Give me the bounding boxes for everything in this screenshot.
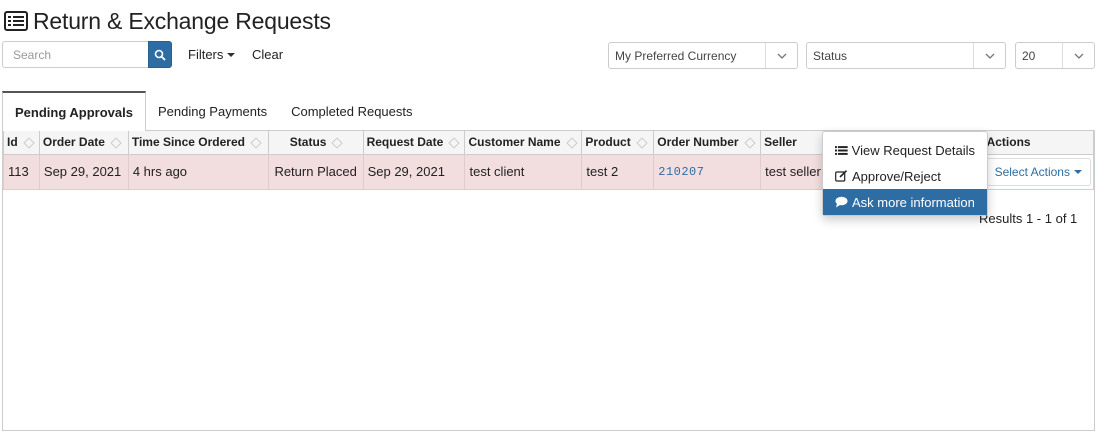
cell-time-since: 4 hrs ago bbox=[127, 153, 269, 190]
sort-icon bbox=[331, 137, 344, 149]
chevron-down-icon bbox=[973, 43, 1005, 68]
list-icon bbox=[4, 11, 28, 31]
search-icon bbox=[154, 49, 166, 61]
select-actions-button[interactable]: Select Actions bbox=[985, 157, 1091, 186]
search-input[interactable] bbox=[2, 41, 148, 68]
list-icon bbox=[835, 145, 848, 155]
tab-bar: Pending Approvals Pending Payments Compl… bbox=[2, 91, 1095, 132]
cell-order-date: Sep 29, 2021 bbox=[38, 153, 129, 190]
search-group bbox=[2, 41, 172, 68]
order-number-link[interactable]: 210207 bbox=[653, 153, 762, 190]
sort-icon bbox=[743, 137, 756, 149]
edit-icon bbox=[835, 170, 848, 182]
clear-button[interactable]: Clear bbox=[252, 47, 283, 62]
column-header-order-number[interactable]: Order Number bbox=[653, 131, 762, 155]
sort-icon bbox=[23, 137, 35, 149]
page-title: Return & Exchange Requests bbox=[33, 7, 331, 34]
cell-actions: Select Actions bbox=[982, 153, 1095, 190]
column-header-product[interactable]: Product bbox=[581, 131, 655, 155]
column-header-order-date[interactable]: Order Date bbox=[38, 131, 129, 155]
sort-icon bbox=[565, 137, 578, 149]
column-header-id[interactable]: Id bbox=[3, 131, 40, 155]
select-actions-label: Select Actions bbox=[994, 164, 1070, 179]
cell-product: test 2 bbox=[581, 153, 655, 190]
results-count: Results 1 - 1 of 1 bbox=[979, 211, 1078, 226]
column-header-actions: Actions bbox=[982, 131, 1095, 155]
cell-request-date: Sep 29, 2021 bbox=[362, 153, 466, 190]
page-size-value: 20 bbox=[1022, 48, 1036, 63]
sort-icon bbox=[110, 137, 122, 149]
column-header-request-date[interactable]: Request Date bbox=[362, 131, 466, 155]
sort-icon bbox=[448, 137, 460, 149]
comment-icon bbox=[835, 196, 848, 208]
search-button[interactable] bbox=[148, 41, 172, 68]
currency-select-value: My Preferred Currency bbox=[615, 48, 737, 63]
cell-customer: test client bbox=[464, 153, 583, 190]
filters-button[interactable]: Filters bbox=[188, 47, 236, 62]
currency-select[interactable]: My Preferred Currency bbox=[608, 42, 798, 69]
chevron-down-icon bbox=[1062, 43, 1094, 68]
chevron-down-icon bbox=[765, 43, 797, 68]
page-size-select[interactable]: 20 bbox=[1015, 42, 1095, 69]
status-select[interactable]: Status bbox=[806, 42, 1006, 69]
actions-dropdown-menu: View Request Details Approve/Reject Ask … bbox=[822, 131, 988, 216]
cell-status: Return Placed bbox=[267, 153, 364, 190]
menu-item-view-request-details[interactable]: View Request Details bbox=[823, 137, 987, 163]
column-header-customer-name[interactable]: Customer Name bbox=[464, 131, 583, 155]
column-header-time-since-ordered[interactable]: Time Since Ordered bbox=[127, 131, 269, 155]
menu-item-ask-more-information[interactable]: Ask more information bbox=[823, 189, 987, 215]
tab-pending-approvals[interactable]: Pending Approvals bbox=[2, 91, 146, 132]
cell-id: 113 bbox=[3, 153, 40, 190]
tab-completed-requests[interactable]: Completed Requests bbox=[279, 91, 424, 131]
filters-label: Filters bbox=[188, 47, 224, 62]
status-select-value: Status bbox=[813, 48, 848, 63]
menu-item-approve-reject[interactable]: Approve/Reject bbox=[823, 163, 987, 189]
sort-icon bbox=[636, 137, 648, 149]
caret-down-icon bbox=[1073, 169, 1082, 174]
caret-down-icon bbox=[227, 52, 236, 57]
sort-icon bbox=[250, 137, 262, 149]
tab-pending-payments[interactable]: Pending Payments bbox=[146, 91, 279, 131]
page-header: Return & Exchange Requests bbox=[4, 6, 331, 36]
column-header-status[interactable]: Status bbox=[267, 131, 364, 155]
